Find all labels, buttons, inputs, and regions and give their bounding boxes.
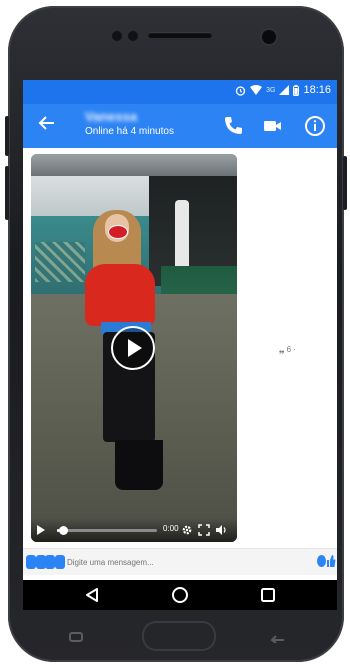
fullscreen-icon[interactable] [198,524,210,536]
emoji-icon[interactable] [317,555,326,567]
video-controls: 0:00 [31,518,237,542]
message-composer [23,548,337,575]
info-icon[interactable] [303,114,327,138]
light-sensor [128,31,138,41]
front-camera [262,30,276,44]
alarm-icon [235,85,246,96]
battery-icon [293,84,300,96]
volume-icon[interactable] [215,524,227,536]
video-person-top [85,264,155,326]
nav-recents-icon[interactable] [258,585,278,605]
gallery-icon[interactable] [45,555,55,569]
earpiece [148,32,212,38]
video-progress-knob[interactable] [59,526,68,535]
video-scene-graffiti [35,242,85,282]
nav-home-icon[interactable] [170,585,190,605]
nav-back-icon[interactable] [82,585,102,605]
network-type: 3G [266,86,276,94]
contact-status: Online há 4 minutos [85,126,174,137]
play-triangle-icon [128,339,142,357]
hardware-recents-key[interactable] [68,630,84,646]
status-icons: 3G 18:16 [235,84,331,96]
bixby-button [5,166,9,220]
hardware-back-key[interactable] [270,630,286,646]
settings-icon[interactable] [181,524,193,536]
contact-name: Vanessa [85,109,138,124]
back-arrow-icon[interactable] [33,112,61,140]
lips-sticker [108,225,128,239]
video-progress-track[interactable] [57,529,157,532]
status-bar: 3G 18:16 [23,80,337,104]
phone-icon[interactable] [221,114,245,138]
power-button [343,156,347,210]
more-icon[interactable] [26,555,36,569]
side-indicator: ❠ 6 · [279,345,296,354]
like-icon[interactable] [326,554,336,568]
signal-icon [279,85,290,95]
clock: 18:16 [303,84,331,96]
wifi-icon [250,85,263,95]
phone-screen: 3G 18:16 Vanessa Online há 4 minutos 0:0… [23,80,337,610]
hardware-home-key[interactable] [142,621,216,651]
conversation-header: Vanessa Online há 4 minutos [23,104,337,148]
android-nav-bar [23,580,337,610]
message-thread: 0:00 ❠ 6 · [23,148,337,548]
proximity-sensor [112,31,122,41]
video-message[interactable]: 0:00 [31,154,237,542]
contact-info[interactable]: Vanessa Online há 4 minutos [85,109,174,137]
video-scene-roof [31,154,237,176]
volume-button [5,116,9,156]
message-input[interactable] [67,555,315,569]
video-scene-background-person [175,200,189,270]
video-call-icon[interactable] [261,114,285,138]
video-elapsed-time: 0:00 [163,524,179,533]
play-icon[interactable] [36,524,46,536]
video-person-boots [115,440,163,490]
play-button[interactable] [111,326,155,370]
mic-icon[interactable] [55,555,65,569]
